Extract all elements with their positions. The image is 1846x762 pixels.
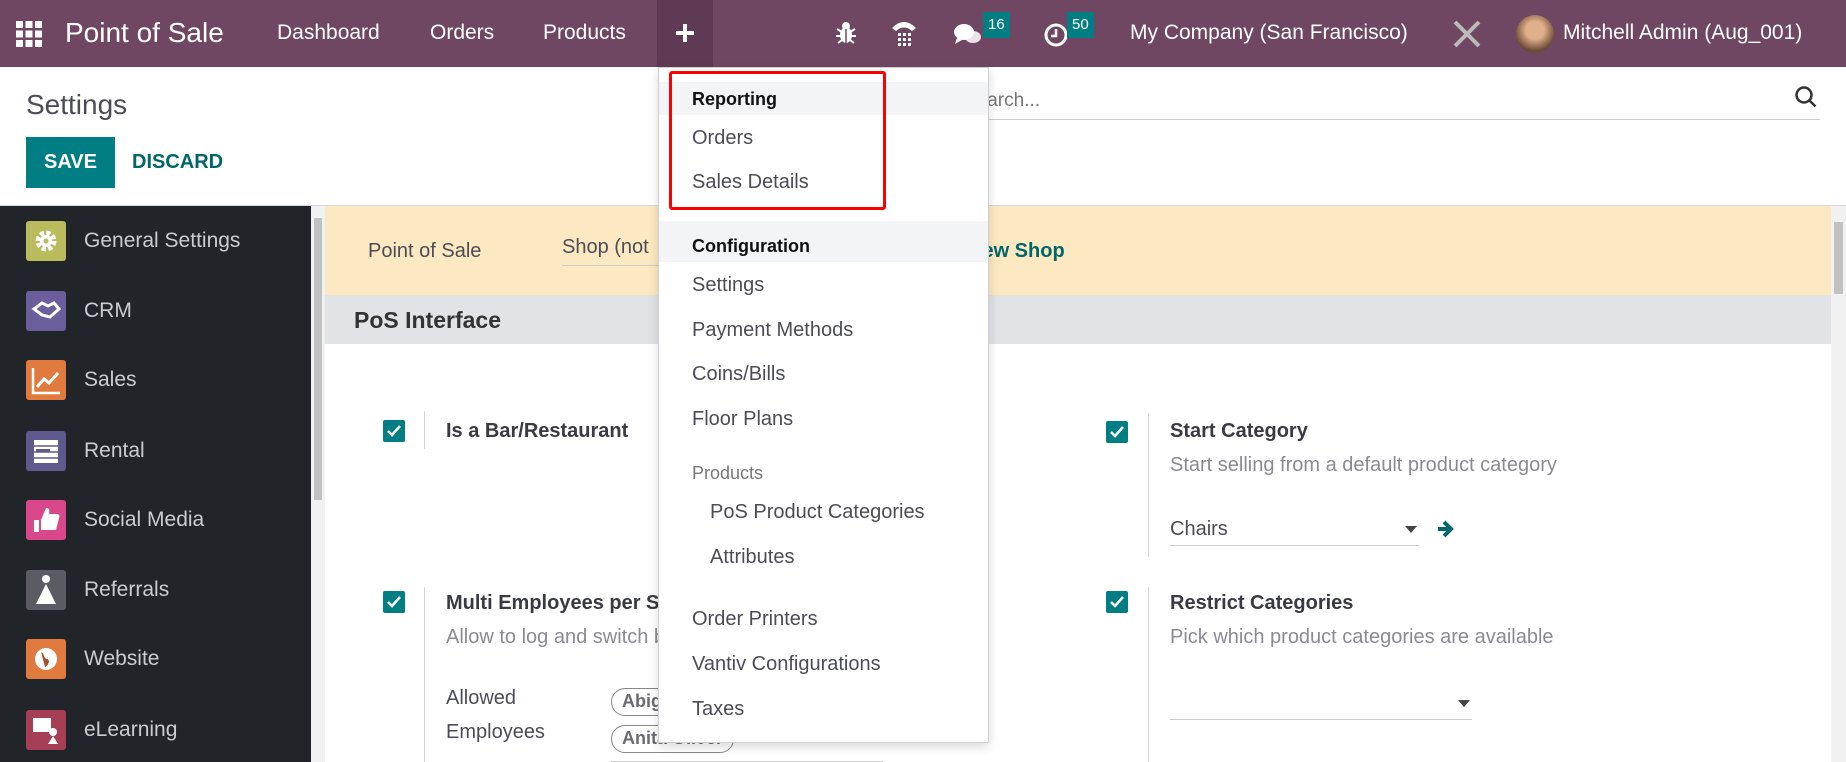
company-switcher[interactable]: My Company (San Francisco) bbox=[1130, 18, 1408, 48]
menu-dashboard[interactable]: Dashboard bbox=[277, 18, 380, 48]
dropdown-header-configuration: Configuration bbox=[692, 236, 810, 256]
start-category-checkbox[interactable] bbox=[1106, 421, 1128, 443]
sidebar-item-website[interactable]: Website bbox=[0, 629, 311, 689]
new-menu-button[interactable] bbox=[657, 0, 713, 67]
sidebar-item-label: Sales bbox=[84, 368, 137, 391]
app-title[interactable]: Point of Sale bbox=[65, 16, 224, 50]
phone-icon[interactable] bbox=[890, 18, 918, 48]
dropdown-item-pos-product-categories[interactable]: PoS Product Categories bbox=[710, 497, 925, 527]
sidebar-item-label: Website bbox=[84, 647, 160, 670]
divider bbox=[424, 411, 425, 449]
menu-products[interactable]: Products bbox=[543, 18, 626, 48]
sidebar-item-label: CRM bbox=[84, 299, 132, 322]
sidebar-item-crm[interactable]: CRM bbox=[0, 281, 311, 341]
settings-sidebar: General Settings CRM Sales Rental Social… bbox=[0, 206, 311, 762]
sidebar-item-label: Referrals bbox=[84, 578, 170, 601]
section-title: PoS Interface bbox=[354, 307, 501, 333]
apps-grid-icon[interactable] bbox=[16, 21, 42, 47]
handshake-icon bbox=[26, 291, 66, 331]
clock-icon[interactable] bbox=[1043, 22, 1069, 48]
setting-description: Pick which product categories are availa… bbox=[1170, 626, 1554, 648]
dropdown-item-taxes[interactable]: Taxes bbox=[692, 694, 744, 724]
bug-icon[interactable] bbox=[835, 21, 857, 45]
presentation-icon bbox=[26, 710, 66, 750]
sidebar-item-label: General Settings bbox=[84, 229, 241, 252]
setting-title: Start Category bbox=[1170, 420, 1308, 442]
start-category-select[interactable]: Chairs bbox=[1170, 512, 1419, 546]
activities-count-badge: 50 bbox=[1067, 12, 1094, 38]
sidebar-item-rental[interactable]: Rental bbox=[0, 421, 311, 481]
section-header: PoS Interface bbox=[325, 295, 1831, 344]
dropdown-item-settings[interactable]: Settings bbox=[692, 270, 764, 300]
caret-down-icon bbox=[1458, 700, 1470, 707]
caret-down-icon bbox=[1405, 526, 1417, 533]
dropdown-header-products: Products bbox=[692, 463, 764, 483]
discard-button[interactable]: DISCARD bbox=[132, 147, 223, 177]
sidebar-item-referrals[interactable]: Referrals bbox=[0, 560, 311, 620]
page-title: Settings bbox=[26, 89, 128, 120]
select-value: Chairs bbox=[1170, 518, 1228, 540]
person-cape-icon bbox=[26, 570, 66, 610]
dropdown-item-vantiv-configurations[interactable]: Vantiv Configurations bbox=[692, 649, 881, 679]
field-label: Allowed bbox=[446, 687, 517, 709]
globe-icon bbox=[26, 639, 66, 679]
content-scrollbar[interactable] bbox=[1831, 206, 1846, 762]
search-input[interactable] bbox=[960, 82, 1820, 120]
messages-count-badge: 16 bbox=[983, 12, 1010, 38]
shop-bar: Point of Sale Shop (not New Shop bbox=[325, 206, 1831, 295]
gear-icon bbox=[26, 221, 66, 261]
field-label: Employees bbox=[446, 721, 545, 743]
sidebar-item-label: eLearning bbox=[84, 718, 178, 741]
dropdown-item-attributes[interactable]: Attributes bbox=[710, 542, 794, 572]
sidebar-item-elearning[interactable]: eLearning bbox=[0, 700, 311, 760]
menu-orders[interactable]: Orders bbox=[430, 18, 494, 48]
shop-select-value: Shop (not bbox=[562, 236, 649, 258]
chart-up-icon bbox=[26, 360, 66, 400]
dropdown-item-payment-methods[interactable]: Payment Methods bbox=[692, 315, 853, 345]
user-menu[interactable]: Mitchell Admin (Aug_001) bbox=[1563, 18, 1802, 48]
calendar-icon bbox=[26, 431, 66, 471]
sidebar-item-label: Social Media bbox=[84, 508, 205, 531]
top-navbar: Point of Sale Dashboard Orders Products … bbox=[0, 0, 1846, 67]
sidebar-item-label: Rental bbox=[84, 439, 145, 462]
dropdown-item-order-printers[interactable]: Order Printers bbox=[692, 604, 818, 634]
bar-restaurant-checkbox[interactable] bbox=[383, 420, 405, 442]
dropdown-item-coins-bills[interactable]: Coins/Bills bbox=[692, 359, 785, 389]
arrow-right-icon[interactable] bbox=[1436, 518, 1456, 540]
setting-title: Is a Bar/Restaurant bbox=[446, 420, 629, 442]
highlight-box bbox=[669, 71, 886, 210]
search-icon[interactable] bbox=[1794, 85, 1818, 109]
sidebar-item-sales[interactable]: Sales bbox=[0, 350, 311, 410]
divider bbox=[1148, 587, 1149, 762]
save-button[interactable]: SAVE bbox=[26, 137, 115, 188]
dropdown-item-floor-plans[interactable]: Floor Plans bbox=[692, 404, 793, 434]
chat-icon[interactable] bbox=[953, 22, 983, 48]
divider bbox=[1148, 413, 1149, 557]
sidebar-scrollbar[interactable] bbox=[311, 206, 325, 762]
shop-bar-label: Point of Sale bbox=[368, 240, 482, 262]
restrict-categories-checkbox[interactable] bbox=[1106, 591, 1128, 613]
setting-title: Restrict Categories bbox=[1170, 592, 1354, 614]
sidebar-item-general-settings[interactable]: General Settings bbox=[0, 211, 311, 271]
user-avatar[interactable] bbox=[1516, 15, 1554, 53]
thumbs-up-icon bbox=[26, 500, 66, 540]
setting-description: Start selling from a default product cat… bbox=[1170, 454, 1557, 476]
debug-tools-icon[interactable] bbox=[1452, 19, 1482, 49]
multi-employees-checkbox[interactable] bbox=[383, 591, 405, 613]
divider bbox=[424, 587, 425, 762]
sidebar-item-social-media[interactable]: Social Media bbox=[0, 490, 311, 550]
plus-icon bbox=[676, 24, 694, 42]
restrict-categories-select[interactable] bbox=[1170, 686, 1472, 720]
